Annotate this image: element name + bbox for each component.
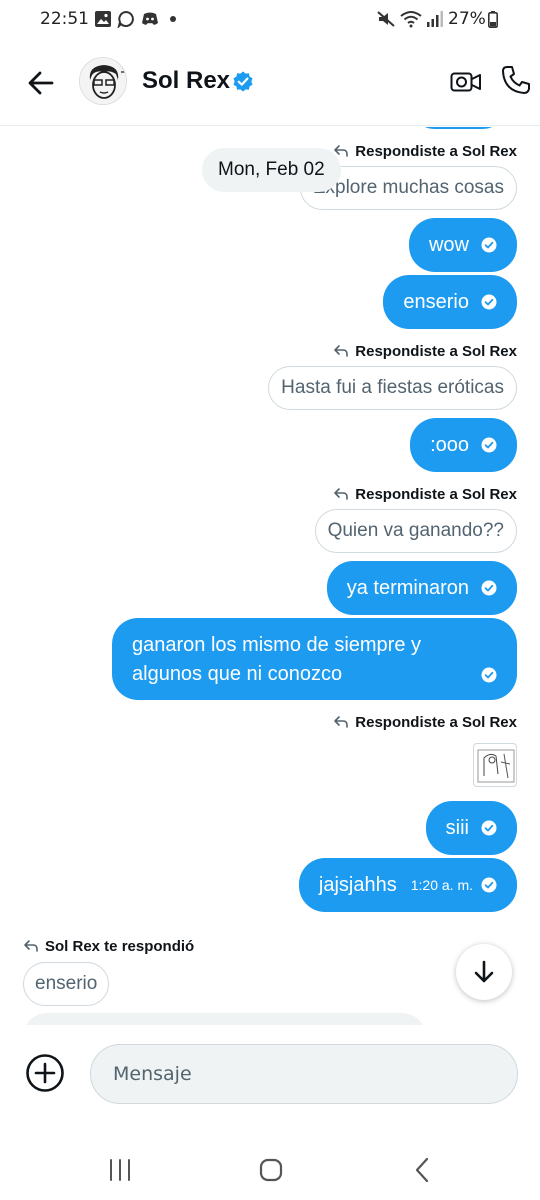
message-bubble-sent[interactable]: siii bbox=[425, 801, 517, 855]
system-navigation-bar bbox=[0, 1135, 540, 1200]
sketch-thumbnail bbox=[477, 749, 515, 783]
gallery-icon bbox=[95, 11, 111, 27]
reply-indicator: Respondiste a Sol Rex bbox=[333, 483, 517, 505]
add-media-icon[interactable] bbox=[25, 1053, 65, 1093]
message-composer bbox=[0, 1025, 540, 1125]
read-check-icon bbox=[481, 437, 497, 453]
phone-icon[interactable] bbox=[499, 63, 533, 97]
recent-apps-icon[interactable] bbox=[105, 1155, 135, 1185]
message-input[interactable] bbox=[90, 1044, 518, 1104]
read-check-icon bbox=[481, 580, 497, 596]
quoted-message[interactable]: Hasta fui a fiestas eróticas bbox=[268, 366, 517, 410]
quoted-image-thumbnail[interactable] bbox=[473, 743, 517, 787]
scroll-to-bottom-button[interactable] bbox=[456, 944, 512, 1000]
read-check-icon bbox=[481, 820, 497, 836]
chat-bubble-icon bbox=[117, 10, 134, 28]
message-timestamp: 1:20 a. m. bbox=[410, 877, 473, 893]
home-icon[interactable] bbox=[256, 1155, 286, 1185]
reply-arrow-icon bbox=[334, 488, 349, 500]
reply-arrow-icon bbox=[334, 716, 349, 728]
contact-name[interactable]: Sol Rex bbox=[142, 67, 230, 95]
video-camera-icon[interactable] bbox=[449, 65, 483, 99]
avatar-illustration bbox=[80, 58, 126, 104]
conversation-header: Sol Rex bbox=[0, 40, 540, 126]
read-check-icon bbox=[481, 237, 497, 253]
mute-icon bbox=[377, 11, 395, 27]
read-check-icon bbox=[481, 877, 497, 893]
wifi-icon bbox=[400, 11, 422, 28]
message-bubble-received-partial[interactable] bbox=[23, 1013, 426, 1025]
reply-arrow-icon bbox=[334, 345, 349, 357]
reply-arrow-icon bbox=[24, 940, 38, 952]
message-bubble-sent[interactable]: :ooo bbox=[410, 418, 517, 472]
message-bubble-partial[interactable] bbox=[412, 127, 505, 129]
arrow-down-icon bbox=[474, 960, 494, 983]
message-bubble-sent[interactable]: enserio bbox=[383, 275, 517, 329]
message-bubble-sent[interactable]: wow bbox=[408, 218, 517, 272]
discord-icon bbox=[142, 12, 158, 25]
reply-indicator-incoming: Sol Rex te respondió bbox=[23, 935, 194, 957]
notification-dot-icon bbox=[170, 16, 176, 22]
quoted-message[interactable]: Quien va ganando?? bbox=[314, 509, 517, 553]
battery-icon bbox=[488, 11, 498, 28]
back-arrow-icon[interactable] bbox=[22, 64, 60, 102]
message-list[interactable]: Respondiste a Sol Rex Explore muchas cos… bbox=[0, 127, 540, 1025]
date-separator: Mon, Feb 02 bbox=[202, 148, 341, 192]
read-check-icon bbox=[481, 294, 497, 310]
avatar[interactable] bbox=[79, 57, 127, 105]
message-bubble-sent[interactable]: jajsjahhs 1:20 a. m. bbox=[298, 858, 517, 912]
reply-indicator: Respondiste a Sol Rex bbox=[333, 711, 517, 733]
reply-indicator: Respondiste a Sol Rex bbox=[333, 140, 517, 162]
battery-percent: 27% bbox=[448, 9, 486, 29]
reply-indicator: Respondiste a Sol Rex bbox=[333, 340, 517, 362]
quoted-message[interactable]: enserio bbox=[23, 962, 110, 1006]
verified-badge-icon bbox=[233, 71, 253, 92]
signal-icon bbox=[427, 11, 443, 27]
back-nav-icon[interactable] bbox=[408, 1155, 438, 1185]
status-time: 22:51 bbox=[40, 9, 89, 29]
message-bubble-sent[interactable]: ganaron los mismo de siempre y algunos q… bbox=[112, 618, 517, 700]
message-bubble-sent[interactable]: ya terminaron bbox=[326, 561, 517, 615]
status-bar: 22:51 27% bbox=[0, 0, 540, 40]
read-check-icon bbox=[481, 667, 497, 682]
